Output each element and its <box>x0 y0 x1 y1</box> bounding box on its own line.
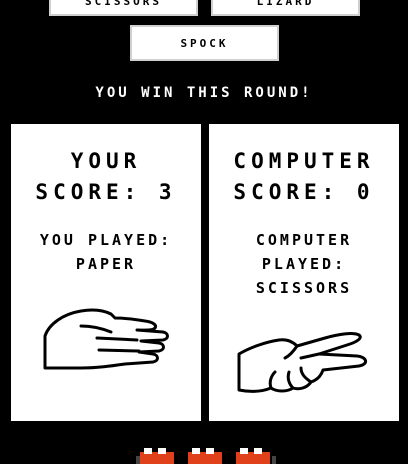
computer-score: COMPUTER SCORE: 0 <box>209 146 399 208</box>
computer-played: COMPUTER PLAYED: SCISSORS <box>209 228 399 300</box>
scissors-hand-icon <box>235 332 375 398</box>
computer-score-label: COMPUTER <box>233 149 375 173</box>
spock-button[interactable]: Spock <box>130 25 279 61</box>
computer-played-label-2: PLAYED: <box>261 255 347 273</box>
player-played: YOU PLAYED: PAPER <box>11 228 201 276</box>
computer-played-move: SCISSORS <box>255 279 353 297</box>
computer-score-panel: COMPUTER SCORE: 0 COMPUTER PLAYED: SCISS… <box>209 124 399 421</box>
round-result-text: YOU WIN THIS ROUND! <box>95 85 313 101</box>
player-score-label: YOUR <box>70 149 142 173</box>
computer-played-label-1: COMPUTER <box>255 231 353 249</box>
player-played-move: PAPER <box>75 255 137 273</box>
paper-hand-icon <box>41 306 171 376</box>
player-played-label: YOU PLAYED: <box>39 231 173 249</box>
scissors-button[interactable]: Scissors <box>49 0 198 16</box>
pixel-decoration-icon <box>136 446 276 464</box>
lizard-button[interactable]: Lizard <box>211 0 360 16</box>
computer-score-value: SCORE: 0 <box>233 180 375 204</box>
player-score-panel: YOUR SCORE: 3 YOU PLAYED: PAPER <box>11 124 201 421</box>
player-score: YOUR SCORE: 3 <box>11 146 201 208</box>
player-score-value: SCORE: 3 <box>35 180 177 204</box>
